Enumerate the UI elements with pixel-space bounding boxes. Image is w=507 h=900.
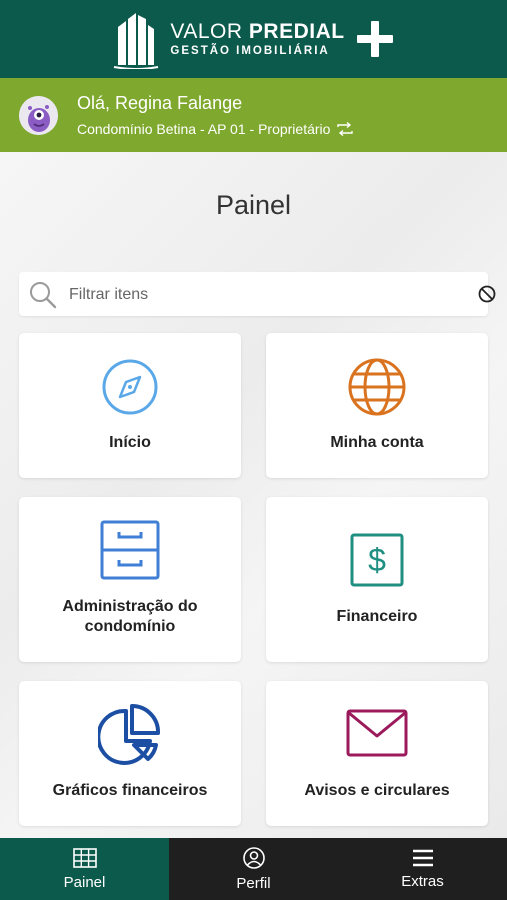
card-label: Avisos e circulares: [304, 782, 450, 799]
avatar[interactable]: [19, 96, 58, 135]
search-icon: [30, 282, 57, 309]
brand-logo: VALOR PREDIAL GESTÃO IMOBILIÁRIA: [112, 9, 394, 69]
card-label: Início: [109, 434, 151, 451]
menu-icon: [412, 849, 433, 866]
nav-label: Perfil: [236, 874, 271, 892]
user-bar: Olá, Regina Falange Condomínio Betina - …: [0, 78, 507, 152]
grid-icon: [72, 847, 97, 868]
unit-switch[interactable]: Condomínio Betina - AP 01 - Proprietário: [77, 121, 354, 137]
swap-icon[interactable]: [336, 122, 354, 136]
page-title: Painel: [215, 190, 292, 220]
card-administracao[interactable]: Administração do condomínio: [19, 497, 241, 662]
envelope-icon: [346, 709, 408, 757]
nav-label: Painel: [63, 873, 106, 891]
card-avisos[interactable]: Avisos e circulares: [266, 681, 488, 826]
brand-name-bold: PREDIAL: [248, 19, 345, 43]
app-header: VALOR PREDIAL GESTÃO IMOBILIÁRIA: [0, 0, 507, 78]
brand-name-light: VALOR: [170, 19, 243, 43]
condo-unit-label: Condomínio Betina - AP 01 - Proprietário: [77, 121, 331, 137]
pie-chart-icon: [98, 704, 161, 765]
nav-perfil[interactable]: Perfil: [169, 838, 338, 900]
card-inicio[interactable]: Início: [19, 333, 241, 478]
plus-logo-icon: [356, 21, 393, 57]
user-icon: [242, 846, 265, 869]
card-label: Minha conta: [330, 434, 424, 451]
dollar-icon: $: [350, 533, 404, 587]
cabinet-icon: [100, 520, 160, 580]
card-graficos[interactable]: Gráficos financeiros: [19, 681, 241, 826]
filter-bar: [19, 272, 496, 318]
nav-painel[interactable]: Painel: [0, 838, 169, 900]
card-financeiro[interactable]: $ Financeiro: [266, 497, 488, 662]
filter-input[interactable]: [67, 272, 451, 318]
building-logo-icon: [114, 13, 159, 69]
card-label: Administração do condomínio: [62, 598, 198, 635]
brand-tagline: GESTÃO IMOBILIÁRIA: [170, 44, 330, 57]
clear-filter-icon[interactable]: [477, 284, 497, 304]
card-label: Financeiro: [336, 608, 418, 625]
bottom-nav: Painel Perfil Extras: [0, 838, 507, 900]
nav-label: Extras: [401, 872, 444, 890]
svg-text:$: $: [368, 542, 386, 578]
card-label: Gráficos financeiros: [52, 782, 208, 799]
nav-extras[interactable]: Extras: [338, 838, 507, 900]
globe-icon: [348, 358, 406, 416]
card-minha-conta[interactable]: Minha conta: [266, 333, 488, 478]
user-greeting: Olá, Regina Falange: [77, 93, 243, 113]
compass-icon: [102, 359, 158, 415]
monster-avatar-icon: [19, 96, 58, 135]
